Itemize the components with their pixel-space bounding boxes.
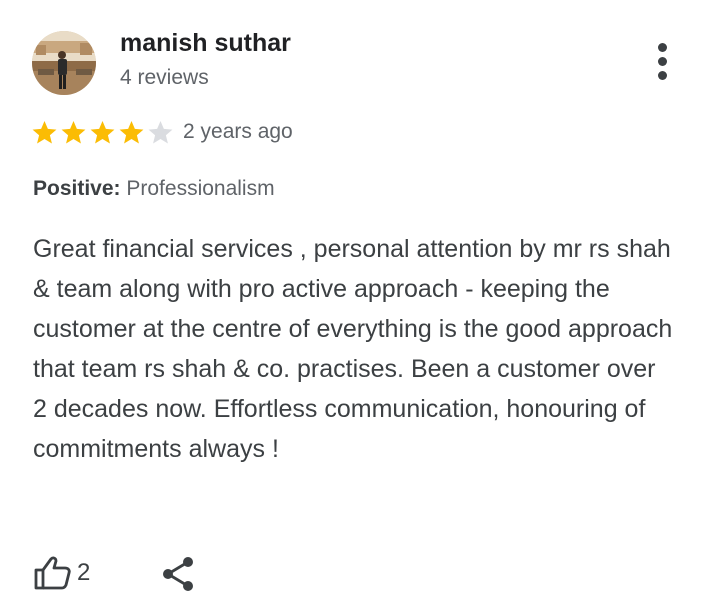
more-options-button[interactable] xyxy=(651,41,675,81)
star-rating xyxy=(31,119,174,147)
review-highlight: Positive: Professionalism xyxy=(33,177,275,201)
review-card: manish suthar 4 reviews 2 years ago Posi… xyxy=(0,0,701,611)
more-vert-icon-dot xyxy=(658,57,667,66)
more-vert-icon xyxy=(658,43,667,52)
star-filled-icon xyxy=(32,121,57,144)
highlight-value: Professionalism xyxy=(126,177,275,200)
avatar-photo xyxy=(32,31,96,95)
avatar[interactable] xyxy=(32,31,96,95)
review-date: 2 years ago xyxy=(183,120,293,143)
like-button[interactable]: 2 xyxy=(33,555,90,591)
review-text: Great financial services , personal atte… xyxy=(33,235,673,463)
star-filled-icon xyxy=(61,121,86,144)
star-filled-icon xyxy=(119,121,144,144)
more-vert-icon-dot xyxy=(658,71,667,80)
like-count: 2 xyxy=(77,559,91,586)
star-empty-icon xyxy=(148,121,173,144)
share-icon xyxy=(163,557,193,591)
author-name[interactable]: manish suthar xyxy=(120,29,291,58)
star-filled-icon xyxy=(90,121,115,144)
highlight-label: Positive: xyxy=(33,177,121,200)
share-button[interactable] xyxy=(160,555,198,593)
thumbs-up-icon xyxy=(34,556,71,590)
author-review-count: 4 reviews xyxy=(120,66,209,89)
